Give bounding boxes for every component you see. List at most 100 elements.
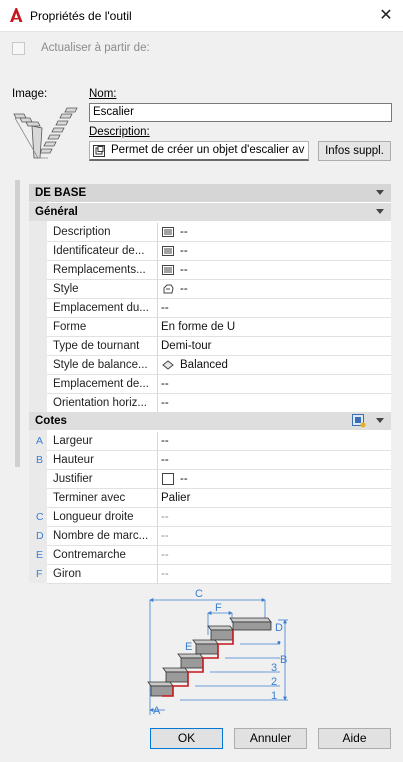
grid-sidebar	[15, 180, 20, 467]
column-divider	[157, 242, 158, 261]
diagram-label-e: E	[185, 641, 192, 653]
property-name: Terminer avec	[53, 492, 126, 504]
refresh-checkbox[interactable]	[12, 42, 25, 55]
property-name: Contremarche	[53, 549, 126, 561]
property-value[interactable]: --	[161, 375, 169, 394]
balance-icon[interactable]	[162, 359, 174, 371]
property-name: Hauteur	[53, 454, 94, 466]
cancel-button[interactable]: Annuler	[234, 728, 307, 749]
window-title: Propriétés de l'outil	[30, 9, 132, 23]
column-divider	[157, 261, 158, 280]
help-button[interactable]: Aide	[318, 728, 391, 749]
column-divider	[157, 356, 158, 375]
column-divider	[157, 394, 158, 413]
property-value[interactable]: --	[180, 470, 188, 489]
property-value[interactable]: En forme de U	[161, 318, 235, 337]
property-name: Orientation horiz...	[53, 397, 147, 409]
property-value[interactable]: --	[161, 508, 169, 527]
section-de-base-label: DE BASE	[35, 187, 87, 199]
dimension-letter: A	[36, 435, 44, 447]
property-name: Justifier	[53, 473, 93, 485]
column-divider	[157, 223, 158, 242]
property-value[interactable]: --	[161, 565, 169, 584]
column-divider	[157, 280, 158, 299]
property-value[interactable]: --	[161, 546, 169, 565]
diagram-label-d: D	[275, 622, 283, 634]
stair-thumbnail-icon	[13, 107, 78, 159]
property-value[interactable]: Palier	[161, 489, 190, 508]
list-icon[interactable]	[162, 226, 174, 238]
name-label: Nom:	[89, 88, 117, 100]
property-name: Emplacement de...	[53, 378, 149, 390]
image-label: Image:	[12, 88, 48, 100]
property-value[interactable]: --	[161, 299, 169, 318]
diagram-label-b: B	[280, 654, 287, 666]
autocad-logo-icon	[8, 7, 24, 23]
list-icon[interactable]	[162, 264, 174, 276]
close-icon[interactable]: ✕	[374, 4, 398, 28]
property-name: Description	[53, 226, 111, 238]
property-value[interactable]: --	[161, 527, 169, 546]
justify-icon[interactable]	[162, 473, 174, 485]
property-value[interactable]: Balanced	[180, 356, 228, 375]
diagram-label-c: C	[195, 588, 203, 600]
property-value[interactable]: --	[180, 242, 188, 261]
property-name: Identificateur de...	[53, 245, 145, 257]
ok-button[interactable]: OK	[150, 728, 223, 749]
property-name: Style	[53, 283, 79, 295]
collapse-general-icon[interactable]	[376, 209, 384, 214]
column-divider	[157, 489, 158, 508]
collapse-de-base-icon[interactable]	[376, 190, 384, 195]
property-name: Largeur	[53, 435, 93, 447]
column-divider	[157, 451, 158, 470]
property-value[interactable]: Demi-tour	[161, 337, 211, 356]
column-divider	[157, 337, 158, 356]
description-field[interactable]: Permet de créer un objet d'escalier av	[89, 141, 309, 161]
section-cotes[interactable]: Cotes	[29, 412, 391, 430]
stair-dimension-diagram: C F D • E B 3 2 1 A	[147, 588, 288, 717]
column-divider	[157, 546, 158, 565]
column-divider	[157, 470, 158, 489]
info-button[interactable]: Infos suppl.	[318, 141, 391, 161]
property-value[interactable]: --	[161, 451, 169, 470]
property-value[interactable]: --	[161, 394, 169, 413]
property-name: Type de tournant	[53, 340, 140, 352]
column-divider	[157, 432, 158, 451]
property-name: Forme	[53, 321, 87, 333]
collapse-cotes-icon[interactable]	[376, 418, 384, 423]
dimension-picker-icon[interactable]	[352, 414, 366, 428]
column-divider	[157, 318, 158, 337]
dimension-letter: D	[36, 530, 44, 542]
section-de-base[interactable]: DE BASE	[29, 184, 391, 202]
section-cotes-label: Cotes	[35, 415, 67, 427]
dimension-letter: B	[36, 454, 44, 466]
column-divider	[157, 299, 158, 318]
name-input[interactable]: Escalier	[89, 103, 392, 122]
dimension-letter: C	[36, 511, 44, 523]
section-general[interactable]: Général	[29, 203, 391, 221]
style-icon[interactable]	[162, 283, 174, 295]
property-name: Nombre de marc...	[53, 530, 149, 542]
list-icon[interactable]	[162, 245, 174, 257]
diagram-label-3: 3	[271, 662, 277, 674]
refresh-label: Actualiser à partir de:	[41, 42, 150, 54]
description-label: Description:	[89, 126, 150, 138]
property-name: Emplacement du...	[53, 302, 149, 314]
property-value[interactable]: --	[180, 261, 188, 280]
property-value[interactable]: --	[180, 223, 188, 242]
diagram-label-f: F	[215, 602, 222, 614]
diagram-label-1: 1	[271, 690, 277, 702]
diagram-label-dot: •	[277, 637, 281, 649]
section-general-label: Général	[35, 206, 78, 218]
property-value[interactable]: --	[161, 432, 169, 451]
property-name: Longueur droite	[53, 511, 134, 523]
column-divider	[157, 375, 158, 394]
property-name: Remplacements...	[53, 264, 146, 276]
description-edit-icon[interactable]	[93, 145, 105, 157]
column-divider	[157, 508, 158, 527]
diagram-label-2: 2	[271, 676, 277, 688]
column-divider	[157, 527, 158, 546]
property-name: Style de balance...	[53, 359, 148, 371]
property-name: Giron	[53, 568, 82, 580]
property-value[interactable]: --	[180, 280, 188, 299]
